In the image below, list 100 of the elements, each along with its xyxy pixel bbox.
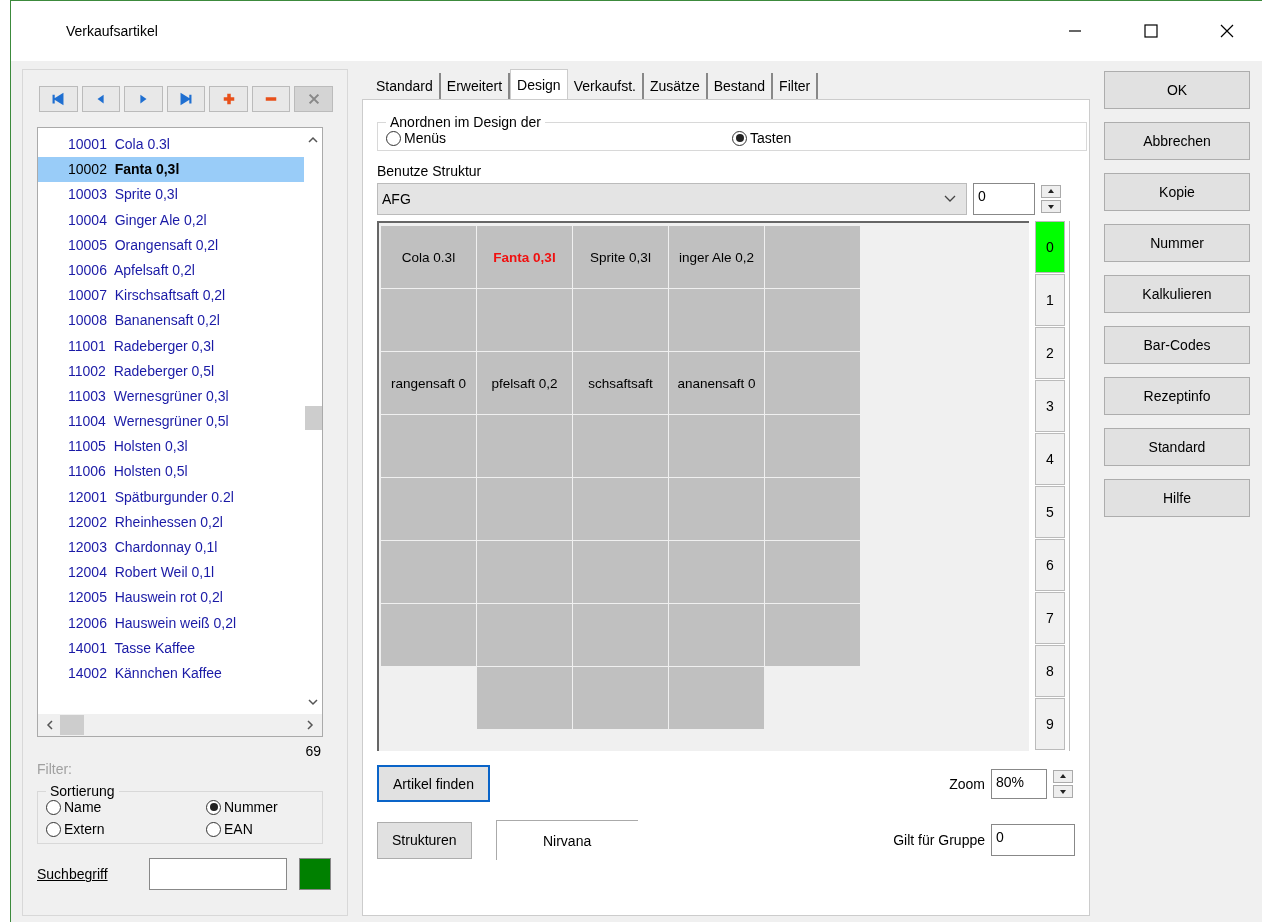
key-button[interactable] — [765, 352, 860, 414]
dialog-button[interactable]: Bar-Codes — [1104, 326, 1250, 364]
dialog-button[interactable]: Kalkulieren — [1104, 275, 1250, 313]
search-field[interactable] — [149, 858, 287, 890]
key-button[interactable] — [381, 541, 476, 603]
key-button[interactable]: schsaftsaft — [573, 352, 668, 414]
article-item[interactable]: 14001 Tasse Kaffee — [38, 635, 304, 661]
maximize-icon[interactable] — [1144, 24, 1158, 38]
article-item[interactable]: 10004 Ginger Ale 0,2l — [38, 207, 304, 233]
key-button[interactable] — [765, 541, 860, 603]
article-item[interactable]: 10002 Fanta 0,3l — [38, 157, 304, 183]
sort-radio[interactable]: Extern — [46, 821, 206, 837]
key-button[interactable]: pfelsaft 0,2 — [477, 352, 572, 414]
key-button[interactable] — [573, 667, 668, 729]
arrange-radio[interactable]: Menüs — [386, 130, 732, 146]
article-item[interactable]: 11004 Wernesgrüner 0,5l — [38, 409, 304, 435]
scroll-thumb[interactable] — [60, 715, 84, 735]
key-button[interactable]: ananensaft 0 — [669, 352, 764, 414]
key-button[interactable] — [669, 478, 764, 540]
sort-radio[interactable]: Name — [46, 799, 206, 815]
sort-radio[interactable]: Nummer — [206, 799, 314, 815]
key-button[interactable] — [477, 541, 572, 603]
article-item[interactable]: 11005 Holsten 0,3l — [38, 434, 304, 460]
key-button[interactable] — [669, 667, 764, 729]
article-item[interactable]: 10007 Kirschsaftsaft 0,2l — [38, 283, 304, 309]
key-button[interactable] — [765, 415, 860, 477]
article-item[interactable]: 10005 Orangensaft 0,2l — [38, 232, 304, 258]
dialog-button[interactable]: Rezeptinfo — [1104, 377, 1250, 415]
key-button[interactable] — [573, 604, 668, 666]
key-button[interactable] — [477, 478, 572, 540]
page-tab[interactable]: 4 — [1035, 433, 1065, 485]
article-item[interactable]: 12006 Hauswein weiß 0,2l — [38, 610, 304, 636]
article-item[interactable]: 12003 Chardonnay 0,1l — [38, 535, 304, 561]
close-icon[interactable] — [1220, 24, 1234, 38]
article-item[interactable]: 10003 Sprite 0,3l — [38, 182, 304, 208]
article-item[interactable]: 11001 Radeberger 0,3l — [38, 333, 304, 359]
tab[interactable]: Design — [510, 69, 568, 99]
dialog-button[interactable]: Nummer — [1104, 224, 1250, 262]
page-tab[interactable]: 0 — [1035, 221, 1065, 273]
article-item[interactable]: 10001 Cola 0.3l — [38, 132, 304, 158]
key-button[interactable] — [669, 604, 764, 666]
page-tab[interactable]: 2 — [1035, 327, 1065, 379]
key-button[interactable] — [477, 604, 572, 666]
key-button[interactable] — [381, 289, 476, 351]
sort-radio[interactable]: EAN — [206, 821, 314, 837]
article-item[interactable]: 11006 Holsten 0,5l — [38, 459, 304, 485]
article-item[interactable]: 12004 Robert Weil 0,1l — [38, 560, 304, 586]
article-item[interactable]: 14002 Kännchen Kaffee — [38, 660, 304, 687]
key-button[interactable] — [381, 604, 476, 666]
page-tab[interactable]: 9 — [1035, 698, 1065, 750]
dialog-button[interactable]: Abbrechen — [1104, 122, 1250, 160]
group-field[interactable]: 0 — [991, 824, 1075, 856]
key-button[interactable] — [669, 415, 764, 477]
find-article-button[interactable]: Artikel finden — [377, 765, 490, 802]
article-item[interactable]: 12002 Rheinhessen 0,2l — [38, 509, 304, 535]
article-item[interactable]: 11003 Wernesgrüner 0,3l — [38, 383, 304, 410]
page-tab[interactable]: 1 — [1035, 274, 1065, 326]
toolbar-button[interactable] — [209, 86, 248, 112]
article-item[interactable]: 10006 Apfelsaft 0,2l — [38, 257, 304, 284]
key-button[interactable] — [477, 289, 572, 351]
spinner[interactable] — [1053, 769, 1075, 798]
key-button[interactable] — [573, 415, 668, 477]
horizontal-scrollbar[interactable] — [38, 714, 322, 736]
toolbar-button[interactable] — [166, 86, 206, 112]
article-item[interactable]: 11002 Radeberger 0,5l — [38, 358, 304, 384]
key-button[interactable] — [573, 541, 668, 603]
key-button[interactable] — [669, 289, 764, 351]
key-button[interactable] — [381, 415, 476, 477]
toolbar-button[interactable] — [39, 86, 78, 112]
key-button[interactable] — [477, 667, 572, 729]
scroll-up-icon[interactable] — [308, 136, 318, 144]
dialog-button[interactable]: Standard — [1104, 428, 1250, 466]
page-tab[interactable]: 8 — [1035, 645, 1065, 697]
structure-dropdown[interactable]: AFG — [377, 183, 967, 215]
toolbar-button[interactable] — [124, 86, 163, 112]
key-button[interactable] — [477, 415, 572, 477]
structures-button[interactable]: Strukturen — [377, 821, 472, 859]
color-swatch[interactable] — [299, 858, 331, 890]
scroll-left-icon[interactable] — [46, 720, 54, 730]
arrange-radio[interactable]: Tasten — [732, 130, 1078, 146]
key-button[interactable]: rangensaft 0 — [381, 352, 476, 414]
key-button[interactable] — [669, 541, 764, 603]
key-button[interactable] — [573, 478, 668, 540]
article-item[interactable]: 10008 Bananensaft 0,2l — [38, 308, 304, 334]
dialog-button[interactable]: OK — [1104, 71, 1250, 109]
key-button[interactable]: Sprite 0,3l — [573, 226, 668, 288]
article-item[interactable]: 12005 Hauswein rot 0,2l — [38, 585, 304, 611]
key-button[interactable] — [573, 289, 668, 351]
toolbar-button[interactable] — [251, 86, 291, 112]
key-button[interactable] — [765, 604, 860, 666]
article-item[interactable]: 12001 Spätburgunder 0.2l — [38, 484, 304, 510]
dialog-button[interactable]: Kopie — [1104, 173, 1250, 211]
key-button[interactable] — [765, 226, 860, 288]
key-button[interactable]: inger Ale 0,2 — [669, 226, 764, 288]
page-tab[interactable]: 6 — [1035, 539, 1065, 591]
page-tab[interactable]: 7 — [1035, 592, 1065, 644]
scroll-down-icon[interactable] — [308, 698, 318, 706]
key-button[interactable] — [381, 478, 476, 540]
zoom-field[interactable]: 80% — [991, 768, 1047, 799]
toolbar-button[interactable] — [81, 86, 121, 112]
